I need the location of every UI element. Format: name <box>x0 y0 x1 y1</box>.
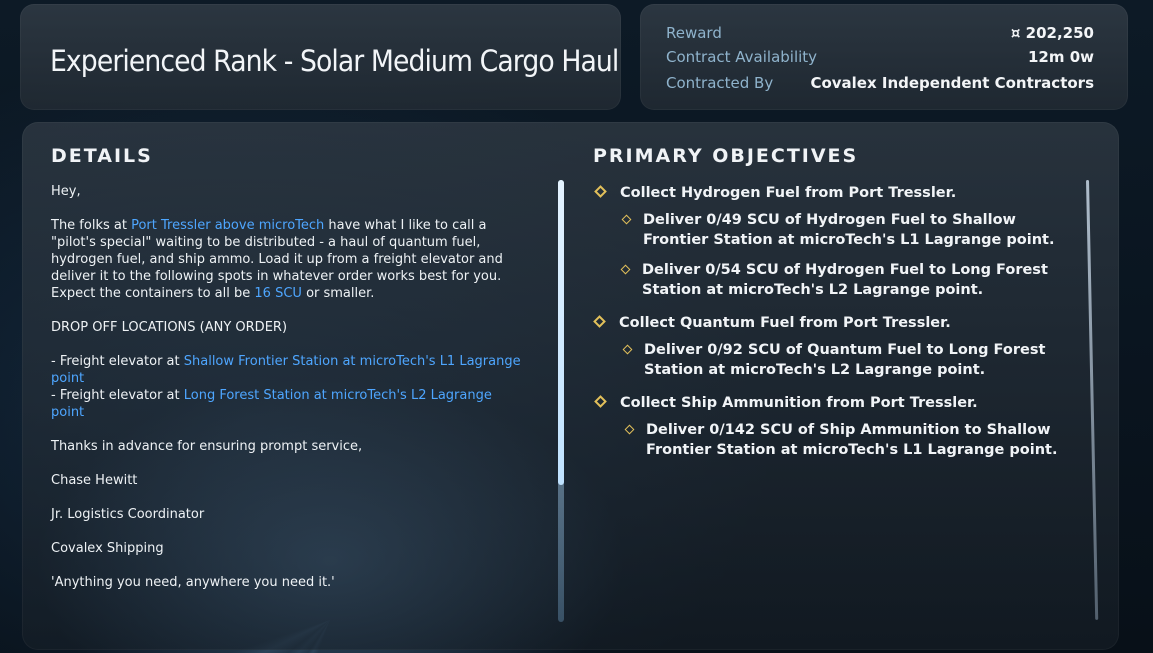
objective-text: Deliver 0/92 SCU of Quantum Fuel to Long… <box>644 342 1046 378</box>
dropoff-item-2: - Freight elevator at Long Forest Statio… <box>51 388 492 420</box>
container-size-highlight: 16 SCU <box>254 286 302 301</box>
dropoff-heading: DROP OFF LOCATIONS (ANY ORDER) <box>51 320 288 335</box>
contracted-by-label: Contracted By <box>666 74 774 92</box>
objective-text: Deliver 0/54 SCU of Hydrogen Fuel to Lon… <box>642 262 1048 298</box>
signature-name: Chase Hewitt <box>51 473 138 488</box>
objectives-heading: PRIMARY OBJECTIVES <box>593 145 859 167</box>
signature-title: Jr. Logistics Coordinator <box>51 507 205 522</box>
objective-text: Deliver 0/49 SCU of Hydrogen Fuel to Sha… <box>643 212 1055 248</box>
contracted-by-value: Covalex Independent Contractors <box>810 74 1094 92</box>
details-scrollbar-thumb[interactable] <box>558 180 564 485</box>
reward-value: ¤ 202,250 <box>1010 24 1094 42</box>
signature-company: Covalex Shipping <box>51 541 164 556</box>
text-segment: - Freight elevator at <box>51 354 184 369</box>
text-segment: or smaller. <box>301 286 375 301</box>
availability-row: Contract Availability 12m 0w <box>666 48 1094 70</box>
objective-text: Collect Ship Ammunition from Port Tressl… <box>620 395 978 411</box>
objective-text: Collect Quantum Fuel from Port Tressler. <box>619 315 951 331</box>
dropoff-list: - Freight elevator at Shallow Frontier S… <box>51 353 521 421</box>
text-segment: - Freight elevator at <box>51 388 184 403</box>
availability-label: Contract Availability <box>666 48 818 66</box>
contracted-by-row: Contracted By Covalex Independent Contra… <box>666 74 1094 96</box>
reward-row: Reward ¤ 202,250 <box>666 24 1094 46</box>
location-link: Port Tressler above microTech <box>131 218 325 233</box>
greeting: Hey, <box>51 184 81 199</box>
contract-info-panel: Reward ¤ 202,250 Contract Availability 1… <box>640 4 1128 110</box>
objective-text: Deliver 0/142 SCU of Ship Ammunition to … <box>646 422 1058 458</box>
objective-text: Collect Hydrogen Fuel from Port Tressler… <box>620 185 957 201</box>
signature-motto: 'Anything you need, anywhere you need it… <box>51 575 335 590</box>
title-panel: Experienced Rank - Solar Medium Cargo Ha… <box>20 4 621 110</box>
text-segment: The folks at <box>51 218 132 233</box>
details-heading: DETAILS <box>51 145 153 167</box>
dropoff-item-1: - Freight elevator at Shallow Frontier S… <box>51 354 521 386</box>
details-text[interactable]: Hey, The folks at Port Tressler above mi… <box>51 183 521 608</box>
contract-title: Experienced Rank - Solar Medium Cargo Ha… <box>50 44 619 78</box>
details-scrollbar[interactable] <box>558 180 564 622</box>
details-paragraph: The folks at Port Tressler above microTe… <box>51 217 521 302</box>
reward-label: Reward <box>666 24 722 42</box>
availability-value: 12m 0w <box>1027 48 1094 66</box>
thanks-line: Thanks in advance for ensuring prompt se… <box>51 439 363 454</box>
signature: Chase Hewitt Jr. Logistics Coordinator C… <box>51 472 521 591</box>
